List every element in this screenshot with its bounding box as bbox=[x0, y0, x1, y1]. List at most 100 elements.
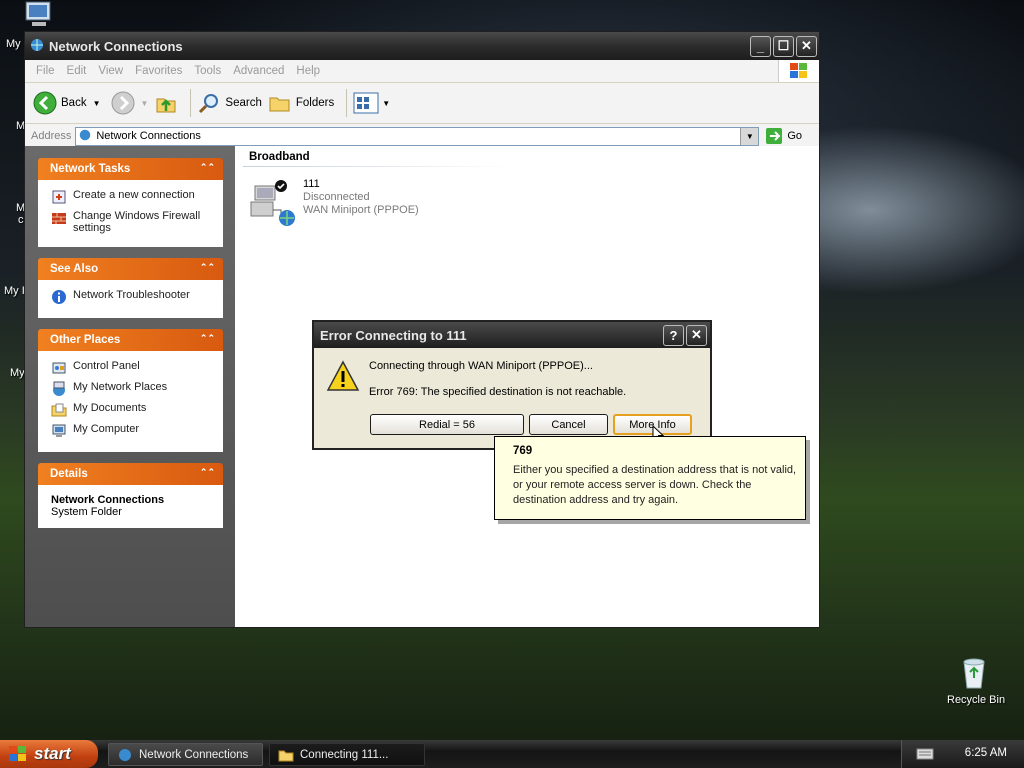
maximize-icon: ☐ bbox=[777, 38, 790, 53]
up-folder-button[interactable] bbox=[154, 91, 178, 115]
task-label: Change Windows Firewall settings bbox=[73, 210, 201, 234]
menu-help[interactable]: Help bbox=[296, 65, 320, 77]
menu-tools[interactable]: Tools bbox=[194, 65, 221, 77]
taskbar-connecting[interactable]: Connecting 111... bbox=[269, 743, 425, 766]
taskbar: start Network Connections Connecting 111… bbox=[0, 740, 1024, 768]
menu-advanced[interactable]: Advanced bbox=[233, 65, 284, 77]
window-title: Network Connections bbox=[49, 38, 183, 54]
menu-file[interactable]: File bbox=[36, 65, 55, 77]
toolbar-separator bbox=[346, 89, 348, 117]
back-button[interactable]: Back ▼ bbox=[33, 91, 101, 115]
forward-arrow-icon bbox=[111, 91, 134, 115]
task-create-connection[interactable]: Create a new connection bbox=[51, 189, 213, 205]
error-info-tooltip: 769 Either you specified a destination a… bbox=[494, 436, 806, 520]
place-my-network-places[interactable]: My Network Places bbox=[51, 381, 213, 397]
details-header[interactable]: Details ⌃⌃ bbox=[38, 463, 223, 485]
collapse-chevron-icon[interactable]: ⌃⌃ bbox=[200, 162, 215, 173]
taskbar-network-connections[interactable]: Network Connections bbox=[108, 743, 263, 766]
details-name: Network Connections bbox=[51, 494, 165, 506]
search-button[interactable]: Search bbox=[197, 91, 262, 115]
network-places-icon bbox=[53, 381, 65, 396]
menu-bar: File Edit View Favorites Tools Advanced … bbox=[25, 60, 819, 83]
views-button[interactable]: ▼ bbox=[353, 92, 390, 114]
other-places-title: Other Places bbox=[50, 334, 121, 346]
help-button[interactable]: ? bbox=[663, 324, 684, 346]
keyboard-icon[interactable] bbox=[916, 748, 934, 760]
new-connection-icon bbox=[52, 190, 66, 204]
link-network-troubleshooter[interactable]: Network Troubleshooter bbox=[51, 289, 213, 305]
place-control-panel[interactable]: Control Panel bbox=[51, 360, 213, 376]
recycle-bin-label: Recycle Bin bbox=[947, 694, 1006, 706]
desktop-label: My bbox=[10, 367, 25, 379]
task-change-firewall[interactable]: Change Windows Firewall settings bbox=[51, 210, 213, 234]
documents-folder-icon bbox=[51, 403, 67, 417]
info-icon bbox=[52, 290, 66, 304]
place-my-computer[interactable]: My Computer bbox=[51, 423, 213, 439]
search-label: Search bbox=[225, 97, 262, 109]
details-title: Details bbox=[50, 468, 88, 480]
minimize-button[interactable]: _ bbox=[750, 35, 771, 57]
chevron-down-icon[interactable]: ▼ bbox=[382, 99, 390, 108]
tooltip-text: Either you specified a destination addre… bbox=[513, 464, 797, 506]
forward-button[interactable]: ▼ bbox=[111, 91, 149, 115]
go-label: Go bbox=[787, 130, 803, 142]
collapse-chevron-icon[interactable]: ⌃⌃ bbox=[200, 262, 215, 273]
help-icon: ? bbox=[669, 327, 678, 343]
back-arrow-icon bbox=[33, 91, 57, 115]
dialog-message-1: Connecting through WAN Miniport (PPPOE).… bbox=[369, 360, 593, 372]
my-computer-desktop-icon[interactable] bbox=[22, 0, 56, 33]
close-button[interactable]: ✕ bbox=[796, 35, 817, 57]
maximize-button[interactable]: ☐ bbox=[773, 35, 794, 57]
see-also-title: See Also bbox=[50, 263, 99, 275]
place-label: My Documents bbox=[73, 402, 147, 414]
network-connections-icon bbox=[78, 128, 92, 145]
close-icon: ✕ bbox=[691, 327, 702, 342]
menu-edit[interactable]: Edit bbox=[67, 65, 87, 77]
recycle-bin-icon[interactable] bbox=[958, 656, 990, 693]
chevron-down-icon[interactable]: ▼ bbox=[141, 99, 149, 108]
clock[interactable]: 6:25 AM bbox=[965, 747, 1007, 759]
other-places-header[interactable]: Other Places ⌃⌃ bbox=[38, 329, 223, 351]
cancel-button[interactable]: Cancel bbox=[529, 414, 608, 435]
network-connections-icon bbox=[29, 37, 45, 56]
search-icon bbox=[199, 94, 219, 114]
minimize-icon: _ bbox=[756, 38, 765, 54]
up-folder-icon bbox=[156, 98, 176, 113]
folders-button[interactable]: Folders bbox=[268, 91, 334, 115]
broadband-connection-icon bbox=[250, 180, 295, 226]
start-button[interactable]: start bbox=[0, 740, 98, 768]
windows-flag-icon bbox=[9, 746, 26, 761]
dialog-titlebar[interactable]: Error Connecting to 111 ? ✕ bbox=[314, 322, 710, 348]
place-my-documents[interactable]: My Documents bbox=[51, 402, 213, 418]
address-dropdown-button[interactable]: ▼ bbox=[740, 127, 759, 145]
see-also-header[interactable]: See Also ⌃⌃ bbox=[38, 258, 223, 280]
window-titlebar[interactable]: Network Connections _ ☐ ✕ bbox=[25, 32, 819, 60]
connection-name: 111 bbox=[303, 178, 320, 190]
section-divider bbox=[243, 166, 513, 167]
desktop-label: My I bbox=[4, 285, 25, 297]
desktop-label: c bbox=[18, 214, 24, 226]
collapse-chevron-icon[interactable]: ⌃⌃ bbox=[200, 467, 215, 478]
connection-item[interactable]: 111 Disconnected WAN Miniport (PPPOE) bbox=[249, 178, 419, 226]
desktop-label: My bbox=[6, 38, 21, 50]
link-label: Network Troubleshooter bbox=[73, 289, 190, 301]
collapse-chevron-icon[interactable]: ⌃⌃ bbox=[200, 333, 215, 344]
back-label: Back bbox=[61, 97, 87, 109]
tooltip-error-code: 769 bbox=[513, 445, 533, 457]
network-tasks-header[interactable]: Network Tasks ⌃⌃ bbox=[38, 158, 223, 180]
address-label: Address bbox=[31, 130, 72, 142]
menu-favorites[interactable]: Favorites bbox=[135, 65, 182, 77]
place-label: My Computer bbox=[73, 423, 140, 435]
taskbar-button-label: Connecting 111... bbox=[300, 748, 389, 761]
chevron-down-icon[interactable]: ▼ bbox=[93, 99, 101, 108]
address-field[interactable]: Network Connections ▼ bbox=[75, 126, 760, 146]
dialog-close-button[interactable]: ✕ bbox=[686, 324, 707, 346]
menu-view[interactable]: View bbox=[98, 65, 123, 77]
network-tasks-title: Network Tasks bbox=[50, 163, 131, 175]
task-label: Create a new connection bbox=[73, 189, 195, 201]
go-button[interactable]: Go bbox=[765, 127, 802, 145]
redial-button[interactable]: Redial = 56 bbox=[370, 414, 524, 435]
warning-icon bbox=[326, 360, 360, 391]
system-tray: 6:25 AM bbox=[901, 740, 1024, 768]
dialog-title: Error Connecting to 111 bbox=[320, 327, 467, 343]
